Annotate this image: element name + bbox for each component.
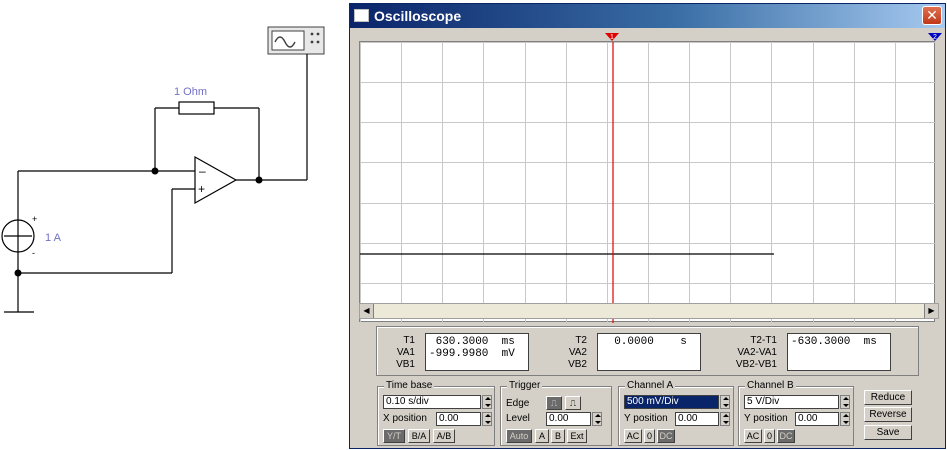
- timebase-group: Time base 0.10 s/div X position 0.00 Y/T…: [377, 380, 495, 446]
- channel-b-ypos-spinner-icon[interactable]: [840, 412, 850, 426]
- channel-a-zero-button[interactable]: 0: [644, 429, 655, 443]
- channel-a-dc-button[interactable]: DC: [657, 429, 675, 443]
- channel-b-zero-button[interactable]: 0: [764, 429, 775, 443]
- trigger-b-button[interactable]: B: [551, 429, 565, 443]
- diff-readout-values: -630.3000 ms: [787, 333, 891, 371]
- close-button[interactable]: ✕: [922, 6, 942, 25]
- scope-screen[interactable]: [359, 41, 937, 324]
- channel-b-dc-button[interactable]: DC: [777, 429, 795, 443]
- time-scrollbar[interactable]: ◀ ▶: [359, 303, 939, 319]
- graticule-grid: [360, 42, 937, 324]
- vb1-label: VB1: [396, 359, 415, 370]
- channel-b-scale-spinner-icon[interactable]: [840, 395, 850, 409]
- scope-display-panel: 1 2: [352, 30, 943, 324]
- window-title: Oscilloscope: [374, 8, 462, 24]
- cursor-2-marker[interactable]: 2: [928, 33, 942, 41]
- xposition-spinner-icon[interactable]: [482, 412, 492, 426]
- t1-readout-values: 630.3000 ms -999.9980 mV: [425, 333, 529, 371]
- reverse-button[interactable]: Reverse: [864, 407, 912, 422]
- title-bar[interactable]: Oscilloscope ✕: [350, 4, 945, 28]
- resistor[interactable]: [178, 101, 215, 115]
- xposition-field[interactable]: 0.00: [436, 412, 481, 426]
- channel-a-scale-field[interactable]: 500 mV/Div: [624, 395, 719, 409]
- channel-b-scale-field[interactable]: 5 V/Div: [744, 395, 839, 409]
- scroll-left-arrow-icon[interactable]: ◀: [360, 304, 374, 318]
- channel-a-ypos-spinner-icon[interactable]: [720, 412, 730, 426]
- xposition-label: X position: [383, 413, 427, 424]
- reduce-button[interactable]: Reduce: [864, 390, 912, 405]
- yt-mode-button[interactable]: Y/T: [383, 429, 405, 443]
- va1-label: VA1: [396, 347, 415, 358]
- channel-a-ypos-field[interactable]: 0.00: [675, 412, 719, 426]
- trigger-group: Trigger Edge ⎍ ⎍ Level 0.00 Auto A B Ext: [500, 380, 612, 446]
- edge-label: Edge: [506, 398, 530, 409]
- current-source-plus: +: [32, 214, 37, 224]
- t1-label: T1: [403, 335, 415, 346]
- cursor-1-marker[interactable]: 1: [605, 33, 619, 41]
- channel-b-ypos-field[interactable]: 0.00: [795, 412, 839, 426]
- rising-edge-icon: ⎍: [550, 398, 558, 408]
- trigger-ext-button[interactable]: Ext: [567, 429, 587, 443]
- trigger-title: Trigger: [507, 380, 543, 392]
- channel-b-title: Channel B: [745, 380, 796, 392]
- trigger-a-button[interactable]: A: [535, 429, 549, 443]
- timebase-spinner-icon[interactable]: [482, 395, 492, 409]
- op-amp-noninverting-sign: +: [198, 182, 205, 196]
- junction-dot: [14, 269, 22, 277]
- junction-dot: [255, 176, 263, 184]
- channel-b-ypos-label: Y position: [744, 413, 788, 424]
- cursor-2-label: 2: [933, 34, 937, 41]
- ab-mode-button[interactable]: A/B: [433, 429, 455, 443]
- junction-dot: [151, 167, 159, 175]
- resistor-label: 1 Ohm: [174, 86, 207, 98]
- circuit-schematic: 1 Ohm – + 1 A + -: [1, 26, 325, 313]
- t2-t1-label: T2-T1: [750, 335, 777, 346]
- timebase-value-field[interactable]: 0.10 s/div: [383, 395, 481, 409]
- va2-va1-label: VA2-VA1: [737, 347, 777, 358]
- level-field[interactable]: 0.00: [546, 412, 591, 426]
- va2-label: VA2: [568, 347, 587, 358]
- level-label: Level: [506, 413, 530, 424]
- channel-a-scale-spinner-icon[interactable]: [720, 395, 730, 409]
- t2-labels: T2 VA2 VB2: [557, 335, 587, 371]
- current-source[interactable]: [1, 219, 35, 253]
- timebase-title: Time base: [384, 380, 435, 392]
- scroll-right-arrow-icon[interactable]: ▶: [924, 304, 938, 318]
- ba-mode-button[interactable]: B/A: [408, 429, 430, 443]
- scope-graticule: [360, 42, 937, 324]
- vb2-vb1-label: VB2-VB1: [735, 359, 777, 370]
- channel-b-group: Channel B 5 V/Div Y position 0.00 AC 0 D…: [738, 380, 854, 446]
- oscilloscope-instrument-icon[interactable]: [267, 26, 325, 55]
- save-button[interactable]: Save: [864, 425, 912, 440]
- cursor-1-label: 1: [610, 34, 614, 41]
- edge-falling-button[interactable]: ⎍: [565, 396, 581, 410]
- vb2-label: VB2: [568, 359, 587, 370]
- op-amp-inverting-sign: –: [199, 164, 206, 178]
- window-icon: [354, 9, 369, 22]
- level-spinner-icon[interactable]: [592, 412, 602, 426]
- diff-labels: T2-T1 VA2-VA1 VB2-VB1: [717, 335, 777, 371]
- t2-label: T2: [575, 335, 587, 346]
- current-source-label: 1 A: [45, 232, 62, 244]
- oscilloscope-window: Oscilloscope ✕ 1 2 ◀ ▶ T1 VA1 VB1 630.30…: [349, 3, 946, 449]
- channel-b-ac-button[interactable]: AC: [744, 429, 762, 443]
- circuit-wires: [4, 54, 308, 313]
- channel-a-group: Channel A 500 mV/Div Y position 0.00 AC …: [618, 380, 734, 446]
- cursor-readout-panel: T1 VA1 VB1 630.3000 ms -999.9980 mV T2 V…: [376, 326, 919, 376]
- channel-a-title: Channel A: [625, 380, 676, 392]
- falling-edge-icon: ⎍: [569, 398, 577, 408]
- channel-a-ypos-label: Y position: [624, 413, 668, 424]
- current-source-minus: -: [32, 248, 35, 258]
- edge-rising-button[interactable]: ⎍: [546, 396, 562, 410]
- t2-readout-values: 0.0000 s: [597, 333, 701, 371]
- t1-labels: T1 VA1 VB1: [385, 335, 415, 371]
- channel-a-ac-button[interactable]: AC: [624, 429, 642, 443]
- trigger-auto-button[interactable]: Auto: [506, 429, 532, 443]
